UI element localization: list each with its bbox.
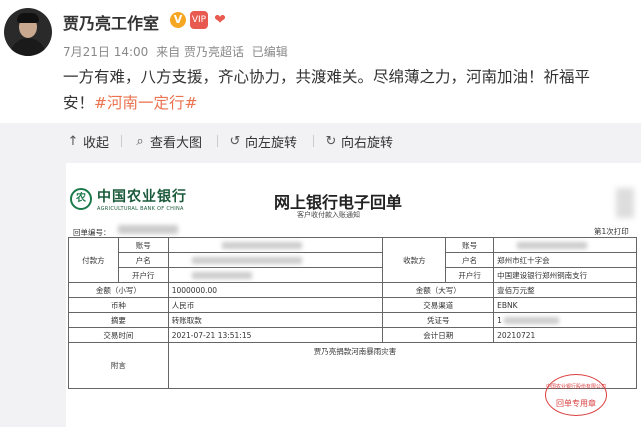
payer-label: 付款方: [68, 237, 119, 283]
stamp-text-bottom: 回单专用章: [556, 399, 596, 408]
hashtag-link[interactable]: #河南一定行#: [94, 94, 197, 112]
redacted-receipt-no: [118, 225, 178, 234]
vip-badge-icon[interactable]: VIP: [190, 11, 208, 29]
rotate-left-label: 向左旋转: [245, 136, 298, 151]
post-source[interactable]: 来自 贾乃亮超话: [156, 45, 244, 59]
cell-label: 金额（小写）: [68, 282, 169, 298]
cell-label: 开户行: [117, 267, 169, 283]
image-toolbar: ↑ 收起 ⌕ 查看大图 ↺ 向左旋转 ↻ 向右旋转: [0, 123, 641, 159]
collapse-label: 收起: [83, 136, 110, 151]
table-row: 交易时间 2021-07-21 13:51:15 会计日期 20210721: [68, 327, 637, 343]
currency-value: 人民币: [167, 297, 384, 313]
payee-label: 收款方: [382, 237, 447, 283]
redacted-value: [191, 272, 252, 279]
author-name[interactable]: 贾乃亮工作室: [63, 10, 159, 34]
table-row: 币种 人民币 交易渠道 EBNK: [68, 297, 637, 313]
cell-label: 账号: [117, 237, 169, 253]
cell-value: [493, 237, 637, 253]
rotate-right-button[interactable]: ↻ 向右旋转: [324, 132, 393, 151]
bank-logo-icon: 农: [70, 188, 92, 210]
content-line: 安！#河南一定行#: [63, 90, 633, 116]
post-content: 一方有难，八方支援，齐心协力，共渡难关。尽绵薄之力，河南加油！祈福平 安！#河南…: [63, 64, 633, 116]
cell-label: 摘要: [68, 312, 169, 328]
cell-label: 金额（大写）: [382, 282, 495, 298]
voucher-cell: 1: [493, 312, 637, 328]
fan-badge-icon[interactable]: ❤: [211, 11, 229, 29]
cell-label: 会计日期: [382, 327, 495, 343]
receipt-table: 付款方 账号 收款方 账号 户名 户名 郑州市红十字会 开户行 开户行 中国建设…: [68, 237, 638, 389]
cell-value: [167, 252, 384, 268]
bank-stamp: 中国农业银行股份有限公司 回单专用章: [545, 374, 607, 416]
cell-label: 币种: [68, 297, 169, 313]
verified-icon: V: [170, 12, 186, 28]
post-meta: 7月21日 14:00 来自 贾乃亮超话 已编辑: [63, 43, 292, 60]
time-value: 2021-07-21 13:51:15: [167, 327, 384, 343]
channel-value: EBNK: [493, 297, 637, 313]
avatar[interactable]: [4, 8, 52, 56]
cell-label: 开户行: [445, 267, 495, 283]
view-large-label: 查看大图: [150, 136, 203, 151]
avatar-body: [10, 38, 46, 56]
table-row: 开户行 开户行 中国建设银行郑州铜南支行: [69, 267, 637, 283]
receipt-subtitle: 客户收付款入账通知: [297, 211, 360, 219]
amount-lower: 1000000.00: [167, 282, 384, 298]
table-row: 摘要 转账取款 凭证号 1: [68, 312, 637, 328]
post-header: 贾乃亮工作室 V VIP ❤ 7月21日 14:00 来自 贾乃亮超话 已编辑 …: [0, 0, 641, 122]
redacted-area: [616, 188, 634, 218]
view-large-button[interactable]: ⌕ 查看大图: [133, 132, 202, 151]
cell-label: 户名: [445, 252, 495, 268]
arrow-up-icon: ↑: [67, 134, 79, 149]
edited-label[interactable]: 已编辑: [252, 45, 288, 59]
divider: [217, 135, 218, 147]
divider: [313, 135, 314, 147]
payee-bank: 中国建设银行郑州铜南支行: [493, 267, 637, 283]
avatar-hair: [17, 13, 39, 23]
cell-value: [167, 237, 384, 253]
table-row: 金额（小写） 1000000.00 金额（大写） 壹佰万元整: [68, 282, 637, 298]
cell-label: 交易时间: [68, 327, 169, 343]
cell-label: 账号: [445, 237, 495, 253]
amount-upper: 壹佰万元整: [493, 282, 637, 298]
redacted-value: [191, 257, 302, 264]
redacted-value: [221, 242, 302, 249]
stamp-text-top: 中国农业银行股份有限公司: [546, 384, 607, 390]
rotate-left-icon: ↺: [229, 134, 241, 149]
voucher-value: 1: [497, 315, 502, 325]
rotate-left-button[interactable]: ↺ 向左旋转: [228, 132, 297, 151]
summary-value: 转账取款: [167, 312, 384, 328]
search-icon: ⌕: [136, 134, 144, 149]
cell-label: 交易渠道: [382, 297, 495, 313]
cell-label: 附言: [68, 342, 169, 389]
cell-value: [167, 267, 384, 283]
collapse-button[interactable]: ↑ 收起: [66, 132, 109, 151]
redacted-value: [517, 242, 588, 249]
cell-label: 凭证号: [382, 312, 495, 328]
content-line: 一方有难，八方支援，齐心协力，共渡难关。尽绵薄之力，河南加油！祈福平: [63, 68, 591, 86]
divider: [121, 135, 122, 147]
rotate-right-label: 向右旋转: [341, 136, 394, 151]
payee-account-name: 郑州市红十字会: [493, 252, 637, 268]
table-row: 付款方 账号 收款方 账号: [68, 237, 637, 283]
table-row: 户名 户名 郑州市红十字会: [69, 252, 637, 268]
print-count: 第1次打印: [594, 227, 629, 236]
bank-name-en: AGRICULTURAL BANK OF CHINA: [97, 206, 184, 212]
bank-name: 中国农业银行: [97, 189, 187, 205]
rotate-right-icon: ↻: [325, 134, 337, 149]
content-text: 安！: [63, 94, 95, 112]
cell-label: 户名: [117, 252, 169, 268]
redacted-value: [503, 317, 559, 324]
post-date[interactable]: 7月21日 14:00: [63, 45, 148, 59]
accounting-date: 20210721: [493, 327, 637, 343]
